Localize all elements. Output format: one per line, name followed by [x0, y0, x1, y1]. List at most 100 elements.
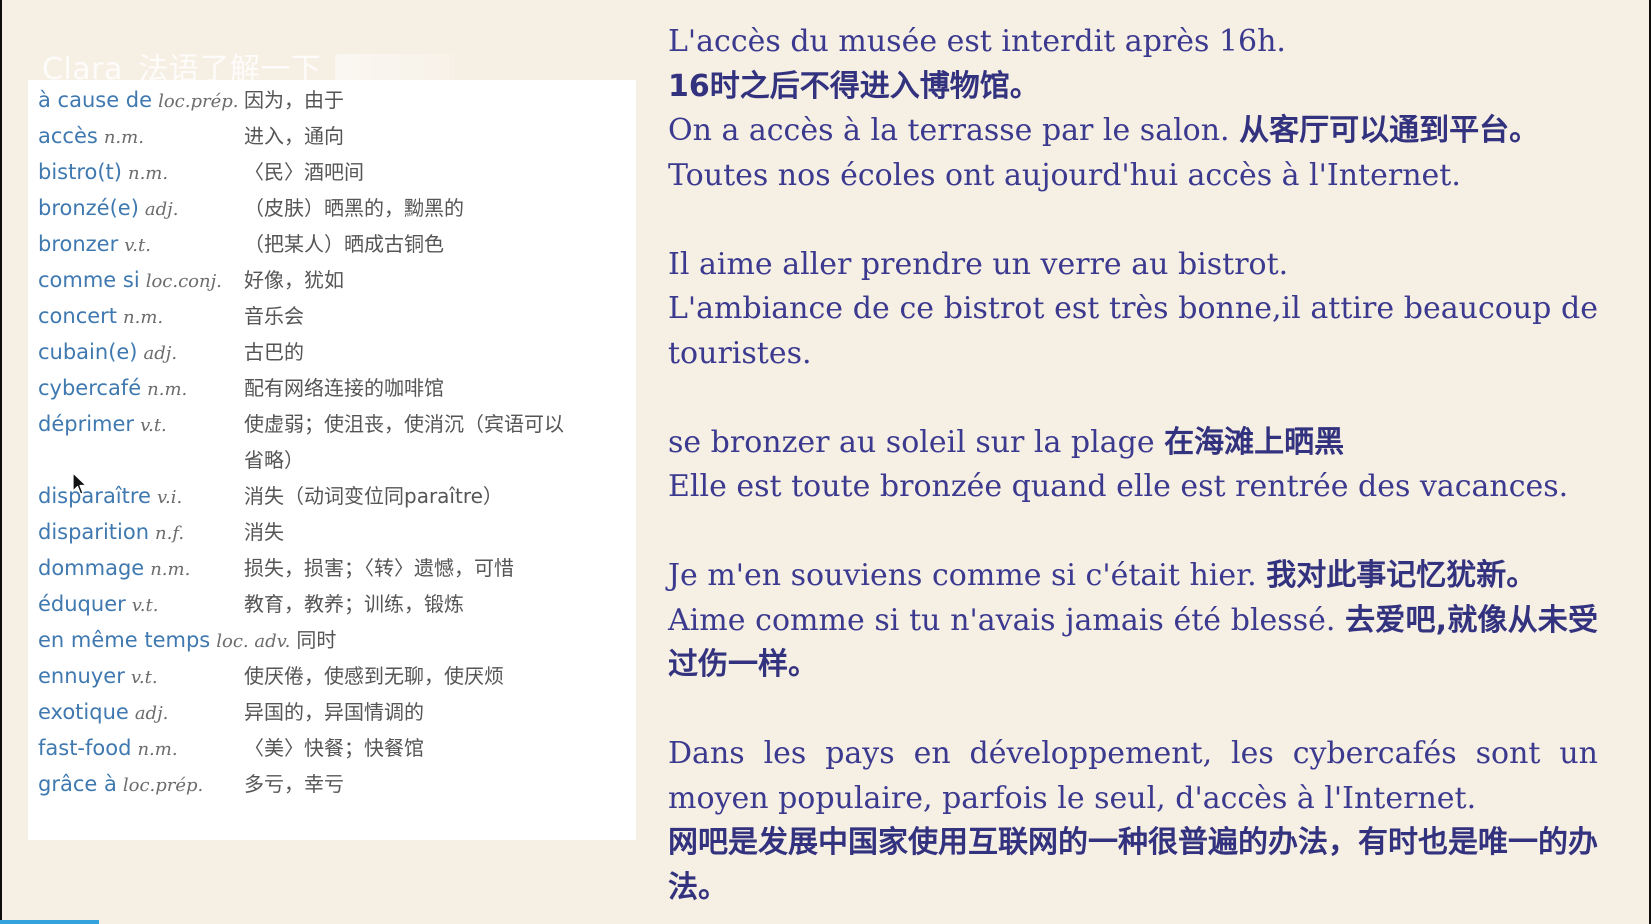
- vocab-row: accès n.m. 进入，通向: [38, 118, 628, 154]
- vocab-row: cubain(e) adj. 古巴的: [38, 334, 628, 370]
- vocab-word: bronzé(e) adj.: [38, 196, 179, 220]
- vocab-definition: 使虚弱；使沮丧，使消沉（宾语可以: [244, 412, 564, 436]
- vocab-word: bronzer v.t.: [38, 232, 151, 256]
- vocab-pos: n.m.: [123, 307, 164, 328]
- vocab-word: dommage n.m.: [38, 556, 191, 580]
- slide: Clara_法语了解一下 à cause de loc.prép. 因为，由于 a…: [2, 0, 1649, 924]
- vocab-pos: v.i.: [156, 487, 183, 508]
- example-sentence: Il aime aller prendre un verre au bistro…: [668, 246, 1289, 282]
- vocabulary-panel: à cause de loc.prép. 因为，由于 accès n.m. 进入，通…: [28, 80, 636, 840]
- vocab-word: disparaître v.i.: [38, 484, 183, 508]
- example-translation: 从客厅可以通到平台。: [1239, 113, 1540, 148]
- vocab-row: comme si loc.conj. 好像，犹如: [38, 262, 628, 298]
- example-sentence: L'ambiance de ce bistrot est très bonne,…: [668, 291, 1598, 371]
- example-translation: 16时之后不得进入博物馆。: [668, 68, 1040, 104]
- vocab-row: dommage n.m. 损失，损害；〈转〉遗憾，可惜: [38, 550, 628, 586]
- vocab-row: concert n.m. 音乐会: [38, 298, 628, 334]
- example-sentences: L'accès du musée est interdit après 16h.…: [668, 20, 1598, 910]
- vocab-pos: v.t.: [130, 667, 158, 688]
- vocab-definition: 省略）: [244, 448, 304, 472]
- vocab-word: cybercafé n.m.: [38, 376, 188, 400]
- vocab-row: bistro(t) n.m. 〈民〉酒吧间: [38, 154, 628, 190]
- vocab-definition: 好像，犹如: [244, 268, 344, 292]
- vocab-row: à cause de loc.prép. 因为，由于: [38, 82, 628, 118]
- vocab-definition: 异国的，异国情调的: [244, 700, 424, 724]
- example-sentence: Elle est toute bronzée quand elle est re…: [668, 469, 1569, 504]
- vocab-definition: 配有网络连接的咖啡馆: [244, 376, 444, 400]
- vocab-pos: loc.prép.: [158, 91, 239, 112]
- vocab-row: grâce à loc.prép. 多亏，幸亏: [38, 766, 628, 802]
- vocab-row: ennuyer v.t. 使厌倦，使感到无聊，使厌烦: [38, 658, 628, 694]
- vocab-pos: loc.prép.: [122, 775, 204, 796]
- vocab-definition: 消失（动词变位同paraître）: [244, 484, 503, 508]
- vocab-definition: 音乐会: [244, 304, 304, 328]
- vocab-word: comme si loc.conj.: [38, 268, 222, 292]
- vocab-row: 省略）: [38, 442, 628, 478]
- vocab-row: exotique adj. 异国的，异国情调的: [38, 694, 628, 730]
- vocab-pos: n.m.: [150, 559, 191, 580]
- vocab-word: accès n.m.: [38, 124, 144, 148]
- vocab-word: fast-food n.m.: [38, 736, 178, 760]
- vocab-word: concert n.m.: [38, 304, 164, 328]
- vocab-pos: n.m.: [147, 379, 188, 400]
- vocab-definition: 教育，教养；训练，锻炼: [244, 592, 464, 616]
- vocab-row: cybercafé n.m. 配有网络连接的咖啡馆: [38, 370, 628, 406]
- vocab-definition: 〈美〉快餐；快餐馆: [244, 736, 424, 760]
- vocab-pos: n.m.: [103, 127, 144, 148]
- vocab-row: en même temps loc. adv. 同时: [38, 622, 628, 658]
- vocab-definition: 进入，通向: [244, 124, 344, 148]
- example-sentence: L'accès du musée est interdit après 16h.: [668, 24, 1286, 59]
- vocab-definition: 消失: [244, 520, 284, 544]
- vocab-word: éduquer v.t.: [38, 592, 159, 616]
- vocab-word: disparition n.f.: [38, 520, 185, 544]
- vocab-row: déprimer v.t. 使虚弱；使沮丧，使消沉（宾语可以: [38, 406, 628, 442]
- example-sentence: On a accès à la terrasse par le salon. 从…: [668, 113, 1540, 148]
- vocab-definition: 使厌倦，使感到无聊，使厌烦: [244, 664, 504, 688]
- vocab-pos: adj.: [144, 199, 179, 220]
- example-sentence: Toutes nos écoles ont aujourd'hui accès …: [668, 157, 1461, 193]
- vocab-pos: adj.: [143, 343, 178, 364]
- example-translation: 网吧是发展中国家使用互联网的一种很普遍的办法，有时也是唯一的办法。: [668, 825, 1598, 905]
- vocab-definition: 同时: [296, 628, 337, 652]
- vocab-pos: loc. adv.: [216, 631, 291, 652]
- example-translation: 我对此事记忆犹新。: [1266, 558, 1537, 593]
- vocab-definition: 因为，由于: [244, 88, 344, 112]
- vocab-definition: 古巴的: [244, 340, 304, 364]
- video-progress-bar[interactable]: [0, 920, 100, 924]
- vocab-pos: n.f.: [155, 523, 185, 544]
- example-translation: 在海滩上晒黑: [1164, 424, 1345, 460]
- vocab-definition: （皮肤）晒黑的，黝黑的: [244, 196, 464, 220]
- vocab-pos: n.m.: [127, 163, 169, 184]
- vocab-row: disparaître v.i. 消失（动词变位同paraître）: [38, 478, 628, 514]
- vocab-row: éduquer v.t. 教育，教养；训练，锻炼: [38, 586, 628, 622]
- vocab-row: disparition n.f. 消失: [38, 514, 628, 550]
- mouse-pointer-icon: [72, 472, 87, 495]
- vocab-word: ennuyer v.t.: [38, 664, 158, 688]
- vocab-definition: 损失，损害；〈转〉遗憾，可惜: [244, 556, 514, 580]
- vocab-row: fast-food n.m. 〈美〉快餐；快餐馆: [38, 730, 628, 766]
- example-sentence: Aime comme si tu n'avais jamais été bles…: [668, 602, 1598, 683]
- vocab-word: bistro(t) n.m.: [38, 160, 169, 184]
- vocab-word: déprimer v.t.: [38, 412, 167, 436]
- vocab-word: [38, 442, 44, 480]
- vocab-pos: v.t.: [140, 415, 167, 436]
- vocab-word: cubain(e) adj.: [38, 340, 178, 364]
- vocab-pos: adj.: [134, 703, 169, 724]
- vocab-definition: 〈民〉酒吧间: [244, 160, 364, 184]
- example-sentence: Dans les pays en développement, les cybe…: [668, 736, 1598, 816]
- vocab-word: exotique adj.: [38, 700, 169, 724]
- vocab-pos: v.t.: [131, 595, 159, 616]
- vocab-row: bronzer v.t. （把某人）晒成古铜色: [38, 226, 628, 262]
- vocab-word: grâce à loc.prép.: [38, 772, 204, 796]
- vocab-definition: 多亏，幸亏: [244, 772, 344, 796]
- vocab-pos: loc.conj.: [145, 271, 222, 292]
- vocab-row: bronzé(e) adj. （皮肤）晒黑的，黝黑的: [38, 190, 628, 226]
- vocab-definition: （把某人）晒成古铜色: [244, 232, 444, 256]
- example-sentence: Je m'en souviens comme si c'était hier. …: [668, 558, 1537, 593]
- vocab-word: à cause de loc.prép.: [38, 88, 239, 112]
- example-sentence: se bronzer au soleil sur la plage 在海滩上晒黑: [668, 424, 1345, 460]
